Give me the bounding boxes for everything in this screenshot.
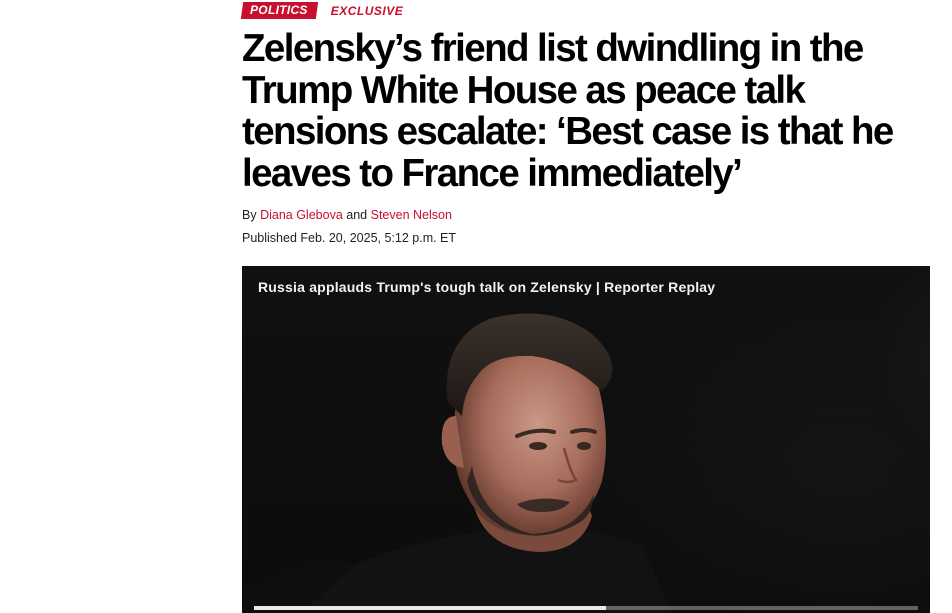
headline: Zelensky’s friend list dwindling in the … <box>242 28 942 194</box>
byline-conjunction: and <box>346 208 368 222</box>
video-thumbnail-person <box>242 313 672 613</box>
video-progress-fill <box>254 606 606 610</box>
published-date: Published Feb. 20, 2025, 5:12 p.m. ET <box>242 231 457 245</box>
tag-row: POLITICS EXCLUSIVE <box>240 2 404 19</box>
exclusive-tag: EXCLUSIVE <box>330 3 404 18</box>
author-link-steven-nelson[interactable]: Steven Nelson <box>371 208 452 222</box>
video-player[interactable]: Russia applauds Trump's tough talk on Ze… <box>242 266 930 613</box>
video-progress-bar[interactable] <box>254 606 918 610</box>
headline-line: Zelensky’s friend list dwindling in the <box>242 27 864 70</box>
headline-line: Trump White House as peace talk <box>242 68 806 112</box>
byline: By Diana Glebova and Steven Nelson <box>242 208 452 222</box>
headline-line: leaves to France immediately’ <box>242 151 743 195</box>
author-link-diana-glebova[interactable]: Diana Glebova <box>260 208 343 222</box>
section-tag-politics[interactable]: POLITICS <box>240 2 318 19</box>
video-title: Russia applauds Trump's tough talk on Ze… <box>258 279 716 295</box>
headline-line: tensions escalate: ‘Best case is that he <box>242 110 894 153</box>
byline-prefix: By <box>242 208 257 222</box>
